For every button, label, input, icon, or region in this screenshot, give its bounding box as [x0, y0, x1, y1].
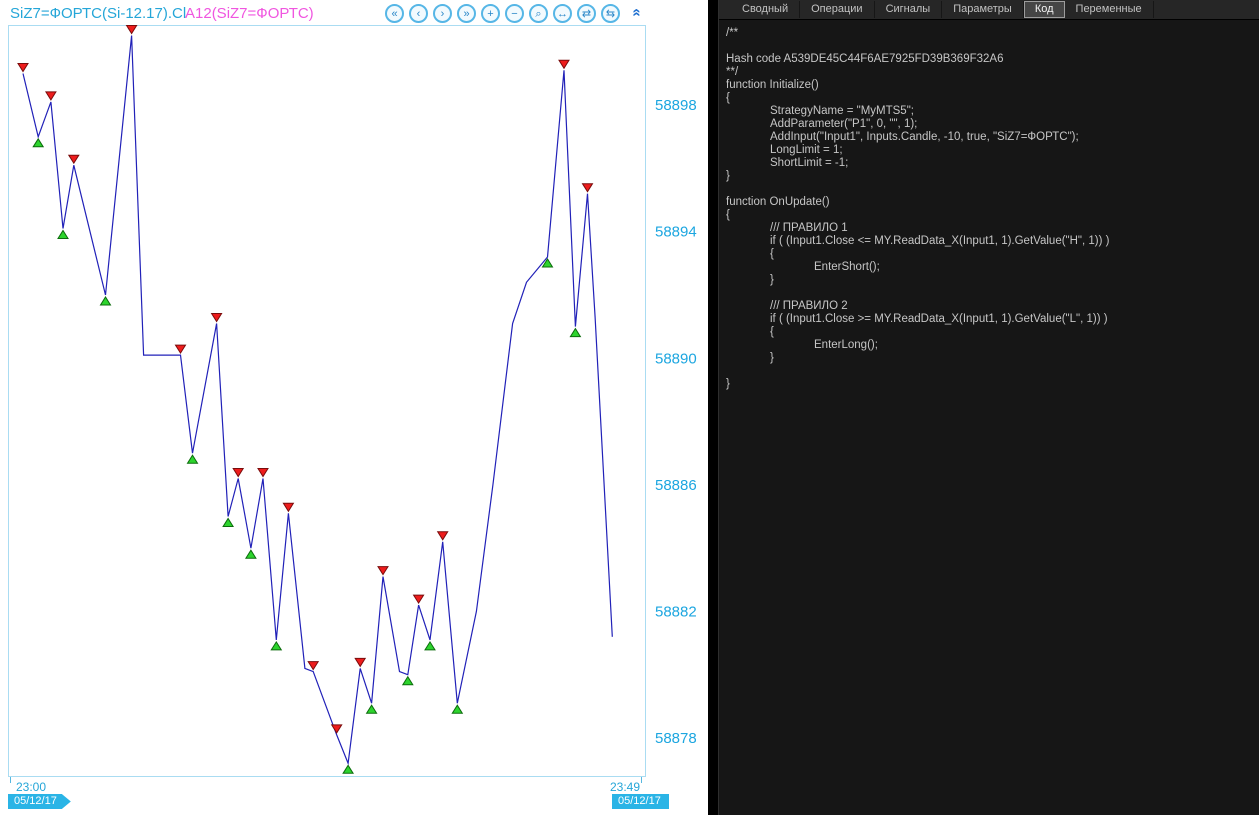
y-axis-label: 58898 [655, 97, 697, 114]
time-start-label: 23:00 [16, 780, 46, 794]
chart-toolbar: « ‹ › » +−⌕ ↔ ⇄ ⇆ [385, 4, 620, 23]
tab-signals[interactable]: Сигналы [875, 1, 943, 18]
nav-next-button[interactable]: › [433, 4, 452, 23]
nav-last-button[interactable]: » [457, 4, 476, 23]
nav-prev-button[interactable]: ‹ [409, 4, 428, 23]
y-axis-label: 58890 [655, 350, 697, 367]
tab-summary[interactable]: Сводный [731, 1, 800, 18]
x-axis-tick-start [10, 777, 11, 783]
chart-panel: SiZ7=ФОРТС(Si-12.17).Cl A12(SiZ7=ФОРТС) … [0, 0, 708, 815]
zoom-out-button[interactable]: − [505, 4, 524, 23]
panel-divider[interactable] [708, 0, 718, 815]
tab-operations[interactable]: Операции [800, 1, 874, 18]
tab-code[interactable]: Код [1024, 1, 1065, 18]
fit-horizontal-button[interactable]: ↔ [553, 4, 572, 23]
x-axis-tick-end [641, 777, 642, 783]
zoom-in-button[interactable]: + [481, 4, 500, 23]
plot-frame [9, 26, 646, 777]
date-badge-start: 05/12/17 [8, 794, 71, 809]
tab-parameters[interactable]: Параметры [942, 1, 1024, 18]
chart-title-primary: SiZ7=ФОРТС(Si-12.17).Cl [10, 5, 186, 22]
shift-left-button[interactable]: ⇄ [577, 4, 596, 23]
shift-right-button[interactable]: ⇆ [601, 4, 620, 23]
code-editor[interactable]: /** Hash code A539DE45C44F6AE7925FD39B36… [719, 19, 1259, 815]
tab-bar: СводныйОперацииСигналыПараметрыКодПереме… [719, 0, 1259, 20]
y-axis-label: 58894 [655, 224, 697, 241]
code-panel: СводныйОперацииСигналыПараметрыКодПереме… [718, 0, 1259, 815]
date-badge-end: 05/12/17 [612, 794, 669, 809]
zoom-window-button[interactable]: ⌕ [529, 4, 548, 23]
nav-first-button[interactable]: « [385, 4, 404, 23]
y-axis-label: 58886 [655, 477, 697, 494]
y-axis-label: 58882 [655, 603, 697, 620]
app-window: SiZ7=ФОРТС(Si-12.17).Cl A12(SiZ7=ФОРТС) … [0, 0, 1259, 815]
price-chart[interactable]: 58898 58894 58890 58886 58882 58878 [8, 25, 700, 777]
chart-title-secondary: A12(SiZ7=ФОРТС) [185, 5, 314, 22]
time-end-label: 23:49 [610, 780, 640, 794]
tab-variables[interactable]: Переменные [1065, 1, 1154, 18]
y-axis-label: 58878 [655, 730, 697, 747]
collapse-panel-icon[interactable]: « [629, 8, 646, 16]
